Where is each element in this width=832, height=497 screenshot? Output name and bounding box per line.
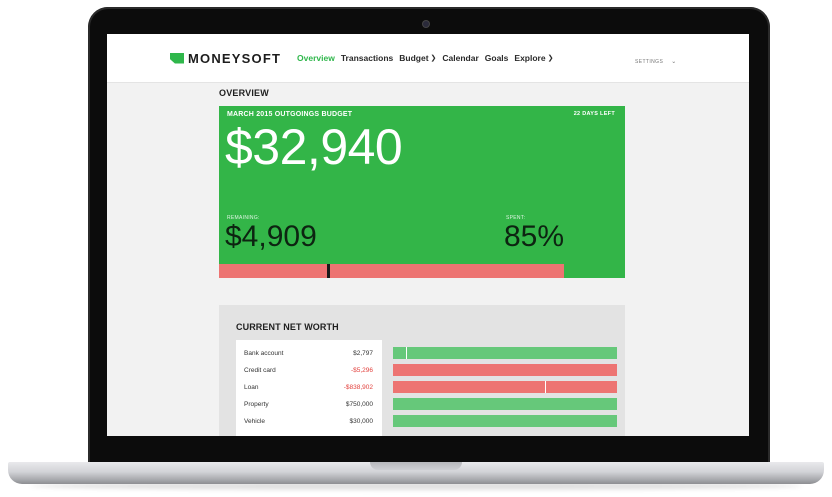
nav-item-overview[interactable]: Overview — [297, 53, 335, 63]
camera-icon — [423, 21, 429, 27]
nav-item-transactions[interactable]: Transactions — [341, 53, 393, 63]
budget-amount: $32,940 — [225, 119, 403, 175]
nav-label: Calendar — [442, 53, 479, 63]
budget-today-marker — [326, 264, 330, 278]
chevron-down-icon: ⌄ — [671, 59, 677, 65]
logo[interactable]: MONEYSOFT — [170, 50, 281, 66]
main-nav: Overview Transactions Budget ❯ Calendar G… — [297, 53, 553, 63]
net-worth-bar — [393, 364, 617, 376]
net-worth-bar-marker — [545, 381, 547, 393]
budget-progress-bar — [219, 264, 625, 278]
nav-label: Goals — [484, 53, 509, 63]
settings-label: SETTINGS — [635, 58, 664, 65]
net-worth-title: CURRENT NET WORTH — [236, 322, 339, 332]
account-name: Loan — [244, 384, 259, 391]
nav-item-budget[interactable]: Budget ❯ — [399, 53, 436, 63]
nav-item-explore[interactable]: Explore ❯ — [514, 53, 553, 63]
account-name: Property — [244, 401, 269, 408]
net-worth-bar-fill — [393, 415, 617, 427]
net-worth-row[interactable]: Property $750,000 — [236, 396, 382, 413]
settings-menu[interactable]: SETTINGS ⌄ — [635, 58, 677, 66]
net-worth-row[interactable]: Bank account $2,797 — [236, 345, 382, 362]
laptop-lid-notch — [370, 462, 462, 470]
logo-text: MONEYSOFT — [188, 50, 282, 66]
account-value: $750,000 — [345, 401, 373, 408]
net-worth-bar-marker — [406, 347, 408, 359]
spent-value: 85% — [504, 220, 565, 253]
logo-mark-icon — [170, 52, 184, 64]
net-worth-table: Bank account $2,797 Credit card -$5,296 … — [236, 340, 382, 436]
nav-item-calendar[interactable]: Calendar — [442, 53, 478, 63]
screen: MONEYSOFT Overview Transactions Budget ❯ … — [107, 34, 749, 436]
account-name: Credit card — [244, 367, 276, 374]
account-name: Bank account — [244, 350, 284, 357]
budget-card[interactable]: MARCH 2015 OUTGOINGS BUDGET 22 DAYS LEFT… — [219, 106, 625, 278]
net-worth-row[interactable]: Loan -$838,902 — [236, 379, 382, 396]
net-worth-bar — [393, 398, 617, 410]
net-worth-bar — [393, 347, 617, 359]
net-worth-bar-fill — [393, 381, 617, 393]
budget-label: MARCH 2015 OUTGOINGS BUDGET — [227, 111, 353, 118]
chevron-down-icon: ❯ — [547, 55, 554, 62]
net-worth-panel: CURRENT NET WORTH Bank account $2,797 Cr… — [219, 305, 625, 436]
net-worth-row[interactable]: Vehicle $30,000 — [236, 413, 382, 430]
net-worth-bar — [393, 381, 617, 393]
net-worth-row[interactable]: Credit card -$5,296 — [236, 362, 382, 379]
chevron-down-icon: ❯ — [430, 55, 437, 62]
account-name: Vehicle — [244, 418, 265, 425]
net-worth-bar-fill — [393, 364, 617, 376]
days-left-badge: 22 DAYS LEFT — [573, 111, 615, 117]
account-value: $2,797 — [353, 350, 373, 357]
remaining-value: $4,909 — [225, 220, 317, 253]
nav-label: Overview — [297, 53, 335, 63]
net-worth-bar-fill — [393, 398, 617, 410]
nav-label: Explore — [514, 53, 546, 63]
nav-label: Budget — [399, 53, 429, 63]
nav-label: Transactions — [340, 53, 394, 63]
net-worth-bar-fill — [393, 347, 617, 359]
account-value: -$838,902 — [343, 384, 373, 391]
nav-item-goals[interactable]: Goals — [485, 53, 509, 63]
account-value: $30,000 — [349, 418, 374, 425]
net-worth-bar — [393, 415, 617, 427]
page-title: OVERVIEW — [219, 88, 269, 98]
account-value: -$5,296 — [350, 367, 373, 374]
budget-progress-fill — [219, 264, 565, 278]
top-navigation-bar: MONEYSOFT Overview Transactions Budget ❯ … — [107, 34, 749, 83]
